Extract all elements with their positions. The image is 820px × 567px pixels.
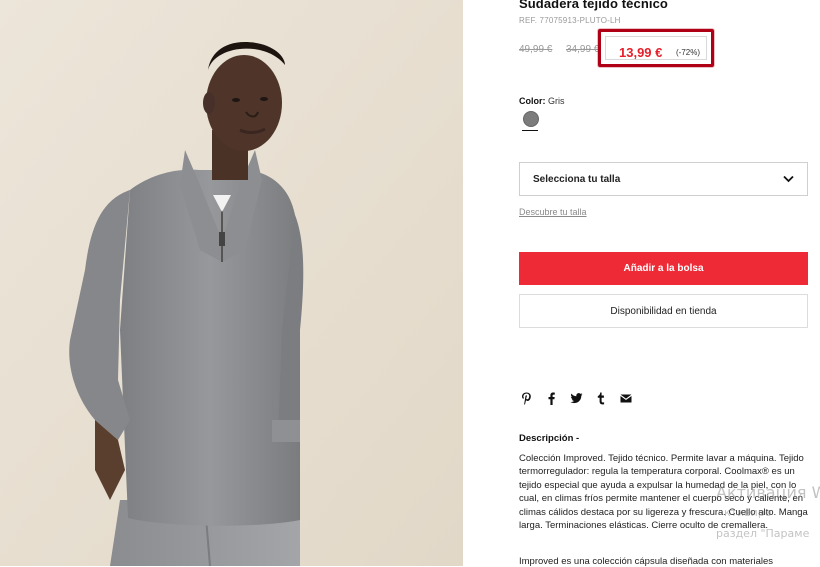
product-reference: REF. 77075913-PLUTO-LH (519, 16, 621, 25)
color-info: Color: Gris (519, 96, 565, 106)
description-title[interactable]: Descripción - (519, 433, 579, 444)
color-swatch-gris[interactable] (523, 111, 539, 127)
color-label: Color: (519, 96, 546, 106)
tumblr-icon[interactable] (594, 391, 608, 405)
twitter-icon[interactable] (569, 391, 583, 405)
facebook-icon[interactable] (544, 391, 558, 405)
swatch-selected-indicator (522, 130, 538, 131)
product-title: Sudadera tejido técnico (519, 0, 668, 11)
watermark-line-2: ктивиро (724, 506, 772, 519)
original-price: 49,99 € (519, 44, 553, 55)
share-icons (519, 391, 633, 405)
discount-badge: (-72%) (676, 48, 701, 57)
collapse-indicator-icon: - (576, 433, 580, 444)
product-photo[interactable] (0, 0, 463, 566)
price-container: 13,99 € (-72%) (605, 36, 707, 60)
color-value: Gris (548, 96, 565, 106)
price-highlight-box: 13,99 € (-72%) (598, 29, 714, 67)
size-select[interactable]: Selecciona tu talla (519, 162, 808, 196)
description-extra: Improved es una colección cápsula diseña… (519, 556, 774, 567)
store-availability-button[interactable]: Disponibilidad en tienda (519, 294, 808, 328)
add-to-bag-button[interactable]: Añadir a la bolsa (519, 252, 808, 285)
email-icon[interactable] (619, 391, 633, 405)
description-title-text: Descripción (519, 433, 574, 444)
previous-price: 34,99 € (566, 44, 600, 55)
pinterest-icon[interactable] (519, 391, 533, 405)
chevron-down-icon (783, 175, 794, 183)
watermark-line-1: Активация W (716, 483, 820, 502)
current-price: 13,99 € (619, 45, 663, 60)
size-guide-link[interactable]: Descubre tu talla (519, 207, 587, 217)
model-illustration (0, 0, 463, 566)
size-select-label: Selecciona tu talla (533, 174, 621, 185)
watermark-line-3: раздел "Параме (716, 527, 810, 540)
